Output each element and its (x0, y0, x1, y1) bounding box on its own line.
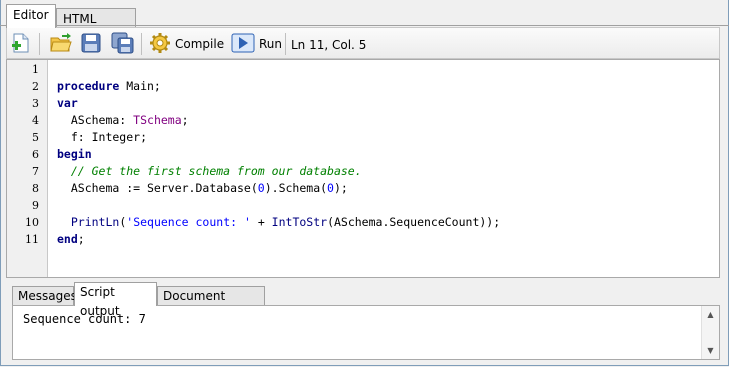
code-token: // Get the first schema from our databas… (57, 164, 362, 178)
code-line: procedure Main; (57, 78, 161, 95)
code-token: TSchema (133, 113, 182, 127)
line-number: 2 (32, 80, 39, 93)
code-token: 0 (327, 181, 334, 195)
cursor-position-status: Ln 11, Col. 5 (291, 38, 367, 52)
code-token: PrintLn (70, 215, 120, 229)
editor-tabs: Editor HTML output (0, 2, 729, 46)
compile-button[interactable]: Compile (149, 32, 224, 56)
run-play-icon (231, 33, 255, 56)
new-script-icon (11, 32, 31, 57)
line-number: 1 (32, 63, 39, 76)
save-button[interactable] (81, 32, 101, 56)
code-token: (ASchema.SequenceCount)); (327, 215, 501, 229)
code-line: PrintLn('Sequence count: ' + IntToStr(AS… (57, 214, 500, 231)
tab-script-output[interactable]: Script output (74, 282, 157, 318)
run-label: Run (259, 37, 283, 51)
line-number: 10 (25, 216, 39, 229)
code-line: var (57, 95, 78, 112)
output-tabs: Messages Script output Document settings (0, 282, 729, 322)
code-line: end; (57, 231, 85, 248)
code-token: f: Integer; (57, 130, 148, 144)
save-all-button[interactable] (111, 32, 135, 56)
compile-label: Compile (175, 37, 225, 51)
code-token: + (250, 215, 272, 229)
open-folder-icon (49, 32, 73, 57)
tab-document-settings[interactable]: Document settings (157, 286, 265, 322)
toolbar-separator (285, 33, 286, 55)
scroll-up-icon[interactable]: ▲ (702, 306, 719, 323)
code-line: ASchema := Server.Database(0).Schema(0); (57, 180, 348, 197)
toolbar-separator (141, 33, 142, 55)
compile-gear-icon (149, 32, 171, 57)
code-token: procedure (57, 79, 120, 93)
code-token: IntToStr (271, 215, 328, 229)
line-number: 4 (32, 114, 39, 127)
code-token: ASchema: (57, 113, 134, 127)
run-button[interactable]: Run (231, 32, 282, 56)
line-number: 8 (32, 182, 39, 195)
code-token: ).Schema( (264, 181, 328, 195)
line-number: 3 (32, 97, 39, 110)
line-number: 7 (32, 165, 39, 178)
tabs-divider (0, 25, 729, 26)
toolbar: Compile Run Ln 11, Col. 5 (6, 27, 720, 59)
open-button[interactable] (49, 32, 73, 56)
code-token: ASchema := Server.Database( (57, 181, 258, 195)
save-icon (81, 33, 101, 56)
line-number: 6 (32, 148, 39, 161)
line-number-gutter: 1 2 3 4 5 6 7 8 9 10 11 (7, 60, 48, 277)
code-token: Main; (119, 79, 161, 93)
code-token: 'Sequence count: ' (126, 215, 251, 229)
code-line: begin (57, 146, 92, 163)
tab-editor[interactable]: Editor (6, 4, 56, 28)
code-token: 0 (257, 181, 265, 195)
code-line: // Get the first schema from our databas… (57, 163, 362, 180)
output-scrollbar[interactable]: ▲ ▼ (701, 306, 719, 359)
toolbar-separator (39, 33, 40, 55)
code-editor[interactable]: 1 2 3 4 5 6 7 8 9 10 11 procedure Main; var ASchema… (6, 59, 720, 278)
code-token: ); (333, 181, 348, 195)
code-token: begin (57, 147, 92, 161)
scroll-down-icon[interactable]: ▼ (702, 342, 719, 359)
code-line: f: Integer; (57, 129, 147, 146)
line-number: 5 (32, 131, 39, 144)
tab-messages[interactable]: Messages (12, 286, 77, 306)
line-number: 11 (25, 233, 39, 246)
code-token: ; (77, 232, 85, 246)
new-script-button[interactable] (11, 32, 31, 56)
code-token: ; (181, 113, 189, 127)
code-line: ASchema: TSchema; (57, 112, 189, 129)
code-token: end (57, 232, 78, 246)
save-all-icon (111, 32, 135, 57)
line-number: 9 (32, 199, 39, 212)
code-token: var (57, 96, 78, 110)
